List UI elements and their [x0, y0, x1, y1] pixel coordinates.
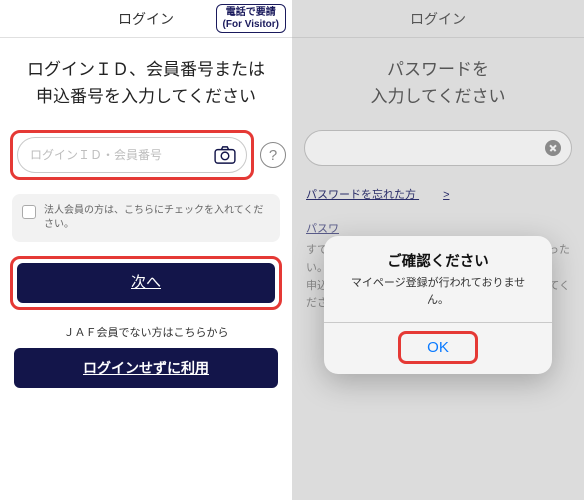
visitor-call-button[interactable]: 電話で要請 (For Visitor) [216, 4, 286, 33]
chevron-right-icon: > [443, 189, 449, 201]
next-button-highlight: 次へ [10, 256, 282, 310]
password-input-container[interactable] [304, 130, 572, 166]
header: ログイン [292, 0, 584, 38]
background-link: パスワ [306, 220, 570, 236]
clear-icon[interactable] [545, 140, 561, 156]
screen-login-id: ログイン 電話で要請 (For Visitor) ログインＩＤ、会員番号または … [0, 0, 292, 500]
corporate-checkbox[interactable] [22, 205, 36, 219]
use-without-login-button[interactable]: ログインせずに利用 [14, 348, 278, 388]
nonmember-note: ＪＡＦ会員でない方はこちらから [0, 324, 292, 340]
header-title: ログイン [118, 9, 174, 29]
alert-title: ご確認ください [324, 236, 552, 273]
screen-login-password: ログイン パスワードを 入力してください パスワードを忘れた方 > パスワ すで… [292, 0, 584, 500]
visitor-call-line2: (For Visitor) [223, 19, 279, 31]
forgot-password-link[interactable]: パスワードを忘れた方 > [306, 186, 570, 202]
alert-dialog: ご確認ください マイページ登録が行われておりません。 OK [324, 236, 552, 374]
alert-ok-button[interactable]: OK [405, 337, 471, 358]
instruction-text: ログインＩＤ、会員番号または 申込番号を入力してください [0, 38, 292, 130]
header-title: ログイン [410, 9, 466, 29]
instruction-text: パスワードを 入力してください [292, 38, 584, 130]
help-icon[interactable]: ? [260, 142, 286, 168]
alert-message: マイページ登録が行われておりません。 [324, 273, 552, 322]
login-id-input[interactable] [28, 147, 214, 163]
camera-icon[interactable] [214, 146, 236, 164]
alert-ok-highlight: OK [398, 331, 478, 364]
id-input-container [17, 137, 247, 173]
corporate-checkbox-label: 法人会員の方は、こちらにチェックを入れてください。 [44, 204, 270, 232]
header: ログイン 電話で要請 (For Visitor) [0, 0, 292, 38]
visitor-call-line1: 電話で要請 [223, 7, 279, 19]
next-button[interactable]: 次へ [17, 263, 275, 303]
corporate-checkbox-box[interactable]: 法人会員の方は、こちらにチェックを入れてください。 [12, 194, 280, 242]
id-input-highlight [10, 130, 254, 180]
